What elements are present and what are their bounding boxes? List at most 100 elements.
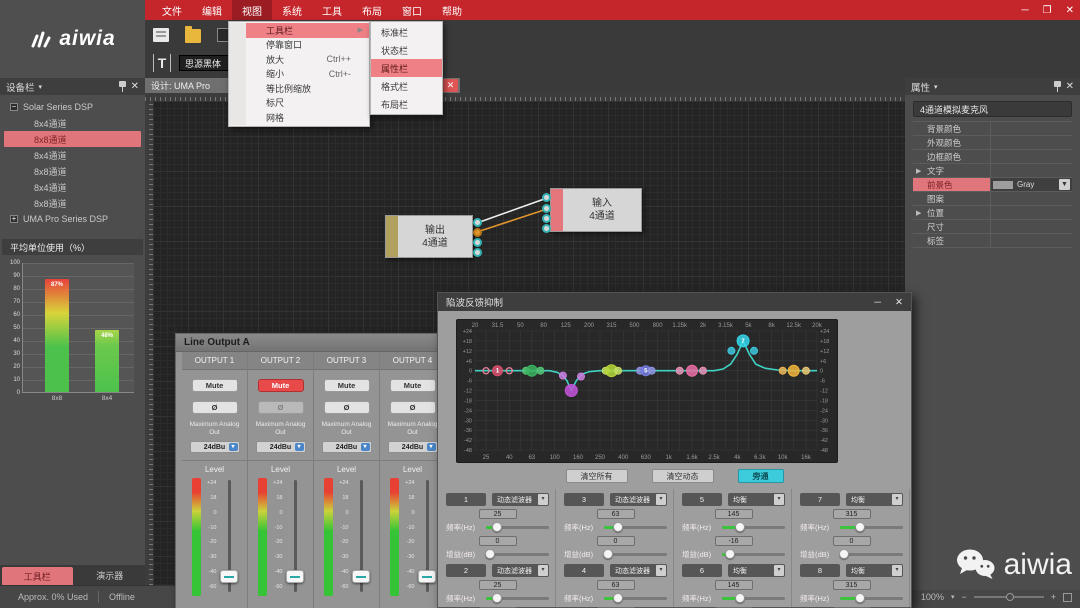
menu-item-标尺[interactable]: 标尺 [229,96,369,111]
max-analog-dropdown[interactable]: 24dBu▾ [190,441,240,453]
chevron-down-icon[interactable]: ▾ [892,494,902,505]
property-row-图案[interactable]: 图案 [913,192,1072,206]
property-row-标签[interactable]: 标签 [913,234,1072,248]
phase-invert-button[interactable]: Ø [324,401,370,414]
bottom-tab-演示器[interactable]: 演示器 [75,565,146,585]
device-panel-close-icon[interactable]: ✕ [131,81,139,92]
node-output[interactable]: 输出 4通道 [385,215,473,258]
filter-number-button[interactable]: 2 [446,564,486,577]
property-row-尺寸[interactable]: 尺寸 [913,220,1072,234]
tree-expander-icon[interactable]: + [10,215,18,223]
property-row-外观颜色[interactable]: 外观颜色 [913,136,1072,150]
mute-button[interactable]: Mute [192,379,238,392]
pin-icon[interactable] [1053,81,1062,92]
tree-item-8x4通道[interactable]: 8x4通道 [0,179,145,195]
menu-视图[interactable]: 视图 [232,0,272,20]
pin-icon[interactable] [118,81,127,92]
gain-slider[interactable] [604,548,667,560]
menu-item-工具栏[interactable]: 工具栏▶ [229,23,369,38]
menu-item-网格[interactable]: 网格 [229,110,369,125]
menu-工具[interactable]: 工具 [312,0,352,20]
filter-type-dropdown[interactable]: 动态滤波器▾ [492,493,549,506]
node-input[interactable]: 输入 4通道 [550,188,642,232]
submenu-item-布局栏[interactable]: 布局栏 [371,95,442,113]
tree-item-8x8通道[interactable]: 8x8通道 [0,163,145,179]
freq-value[interactable]: 63 [597,509,635,519]
filter-type-dropdown[interactable]: 均衡▾ [846,564,903,577]
zoom-in-icon[interactable]: + [1051,592,1056,602]
properties-panel-close-icon[interactable]: ✕ [1066,81,1074,92]
menu-item-放大[interactable]: 放大Ctrl++ [229,52,369,67]
menu-item-等比例缩放[interactable]: 等比例缩放 [229,81,369,96]
slider-knob[interactable] [492,522,502,532]
level-fader[interactable] [286,478,304,596]
max-analog-dropdown[interactable]: 24dBu▾ [322,441,372,453]
property-row-前景色[interactable]: 前景色Gray▼ [913,178,1072,192]
property-row-位置[interactable]: ▶位置 [913,206,1072,220]
phase-invert-button[interactable]: Ø [192,401,238,414]
gain-value[interactable]: 0 [833,536,871,546]
menu-编辑[interactable]: 编辑 [192,0,232,20]
input-port-1[interactable] [542,193,551,202]
submenu-item-格式栏[interactable]: 格式栏 [371,77,442,95]
tree-expander-icon[interactable]: − [10,103,18,111]
fader-handle[interactable] [220,570,238,583]
tree-item-8x8通道[interactable]: 8x8通道 [4,131,141,147]
menu-布局[interactable]: 布局 [352,0,392,20]
tree-item-Solar Series DSP[interactable]: −Solar Series DSP [0,99,145,115]
chevron-down-icon[interactable]: ▾ [39,83,43,91]
level-fader[interactable] [352,478,370,596]
slider-knob[interactable] [725,549,735,559]
freq-slider[interactable] [486,521,549,533]
phase-invert-button[interactable]: Ø [390,401,436,414]
chevron-down-icon[interactable]: ▾ [538,494,548,505]
chevron-down-icon[interactable]: ▾ [295,443,304,451]
chevron-down-icon[interactable]: ▼ [1059,179,1070,190]
chevron-down-icon[interactable]: ▾ [774,494,784,505]
chevron-down-icon[interactable]: ▾ [229,443,238,451]
filter-number-button[interactable]: 5 [682,493,722,506]
eq-graph[interactable]: 2031.550801252003155008001.25k2k3.15k5k8… [456,319,838,463]
chevron-down-icon[interactable]: ▾ [656,565,666,576]
freq-slider[interactable] [722,521,785,533]
expand-arrow-icon[interactable]: ▶ [916,209,921,217]
input-port-3[interactable] [542,214,551,223]
gain-value[interactable]: -16 [715,536,753,546]
output-port-3[interactable] [473,238,482,247]
menu-item-缩小[interactable]: 缩小Ctrl+- [229,67,369,82]
slider-knob[interactable] [735,522,745,532]
menu-item-停靠窗口[interactable]: 停靠窗口 [229,38,369,53]
freq-slider[interactable] [840,592,903,604]
menu-窗口[interactable]: 窗口 [392,0,432,20]
mute-button[interactable]: Mute [390,379,436,392]
slider-knob[interactable] [603,549,613,559]
tree-item-8x4通道[interactable]: 8x4通道 [0,115,145,131]
freq-slider[interactable] [486,592,549,604]
filter-type-dropdown[interactable]: 动态滤波器▾ [610,564,667,577]
close-icon[interactable]: ✕ [895,297,903,308]
slider-knob[interactable] [613,593,623,603]
clear-dynamic-button[interactable]: 清空动态 [652,469,714,483]
max-analog-dropdown[interactable]: 24dBu▾ [388,441,438,453]
freq-slider[interactable] [722,592,785,604]
freq-value[interactable]: 145 [715,580,753,590]
chevron-down-icon[interactable]: ▾ [361,443,370,451]
open-folder-icon[interactable] [185,29,201,43]
new-document-icon[interactable] [153,28,169,42]
slider-knob[interactable] [855,522,865,532]
gain-slider[interactable] [486,548,549,560]
slider-knob[interactable] [613,522,623,532]
mute-button[interactable]: Mute [324,379,370,392]
slider-knob[interactable] [855,593,865,603]
menu-系统[interactable]: 系统 [272,0,312,20]
output-port-4[interactable] [473,248,482,257]
level-fader[interactable] [418,478,436,596]
freq-value[interactable]: 315 [833,509,871,519]
filter-number-button[interactable]: 3 [564,493,604,506]
minimize-icon[interactable]: ─ [874,297,881,308]
level-fader[interactable] [220,478,238,596]
slider-knob[interactable] [839,549,849,559]
freq-slider[interactable] [604,521,667,533]
filter-type-dropdown[interactable]: 均衡▾ [728,564,785,577]
property-row-文字[interactable]: ▶文字 [913,164,1072,178]
